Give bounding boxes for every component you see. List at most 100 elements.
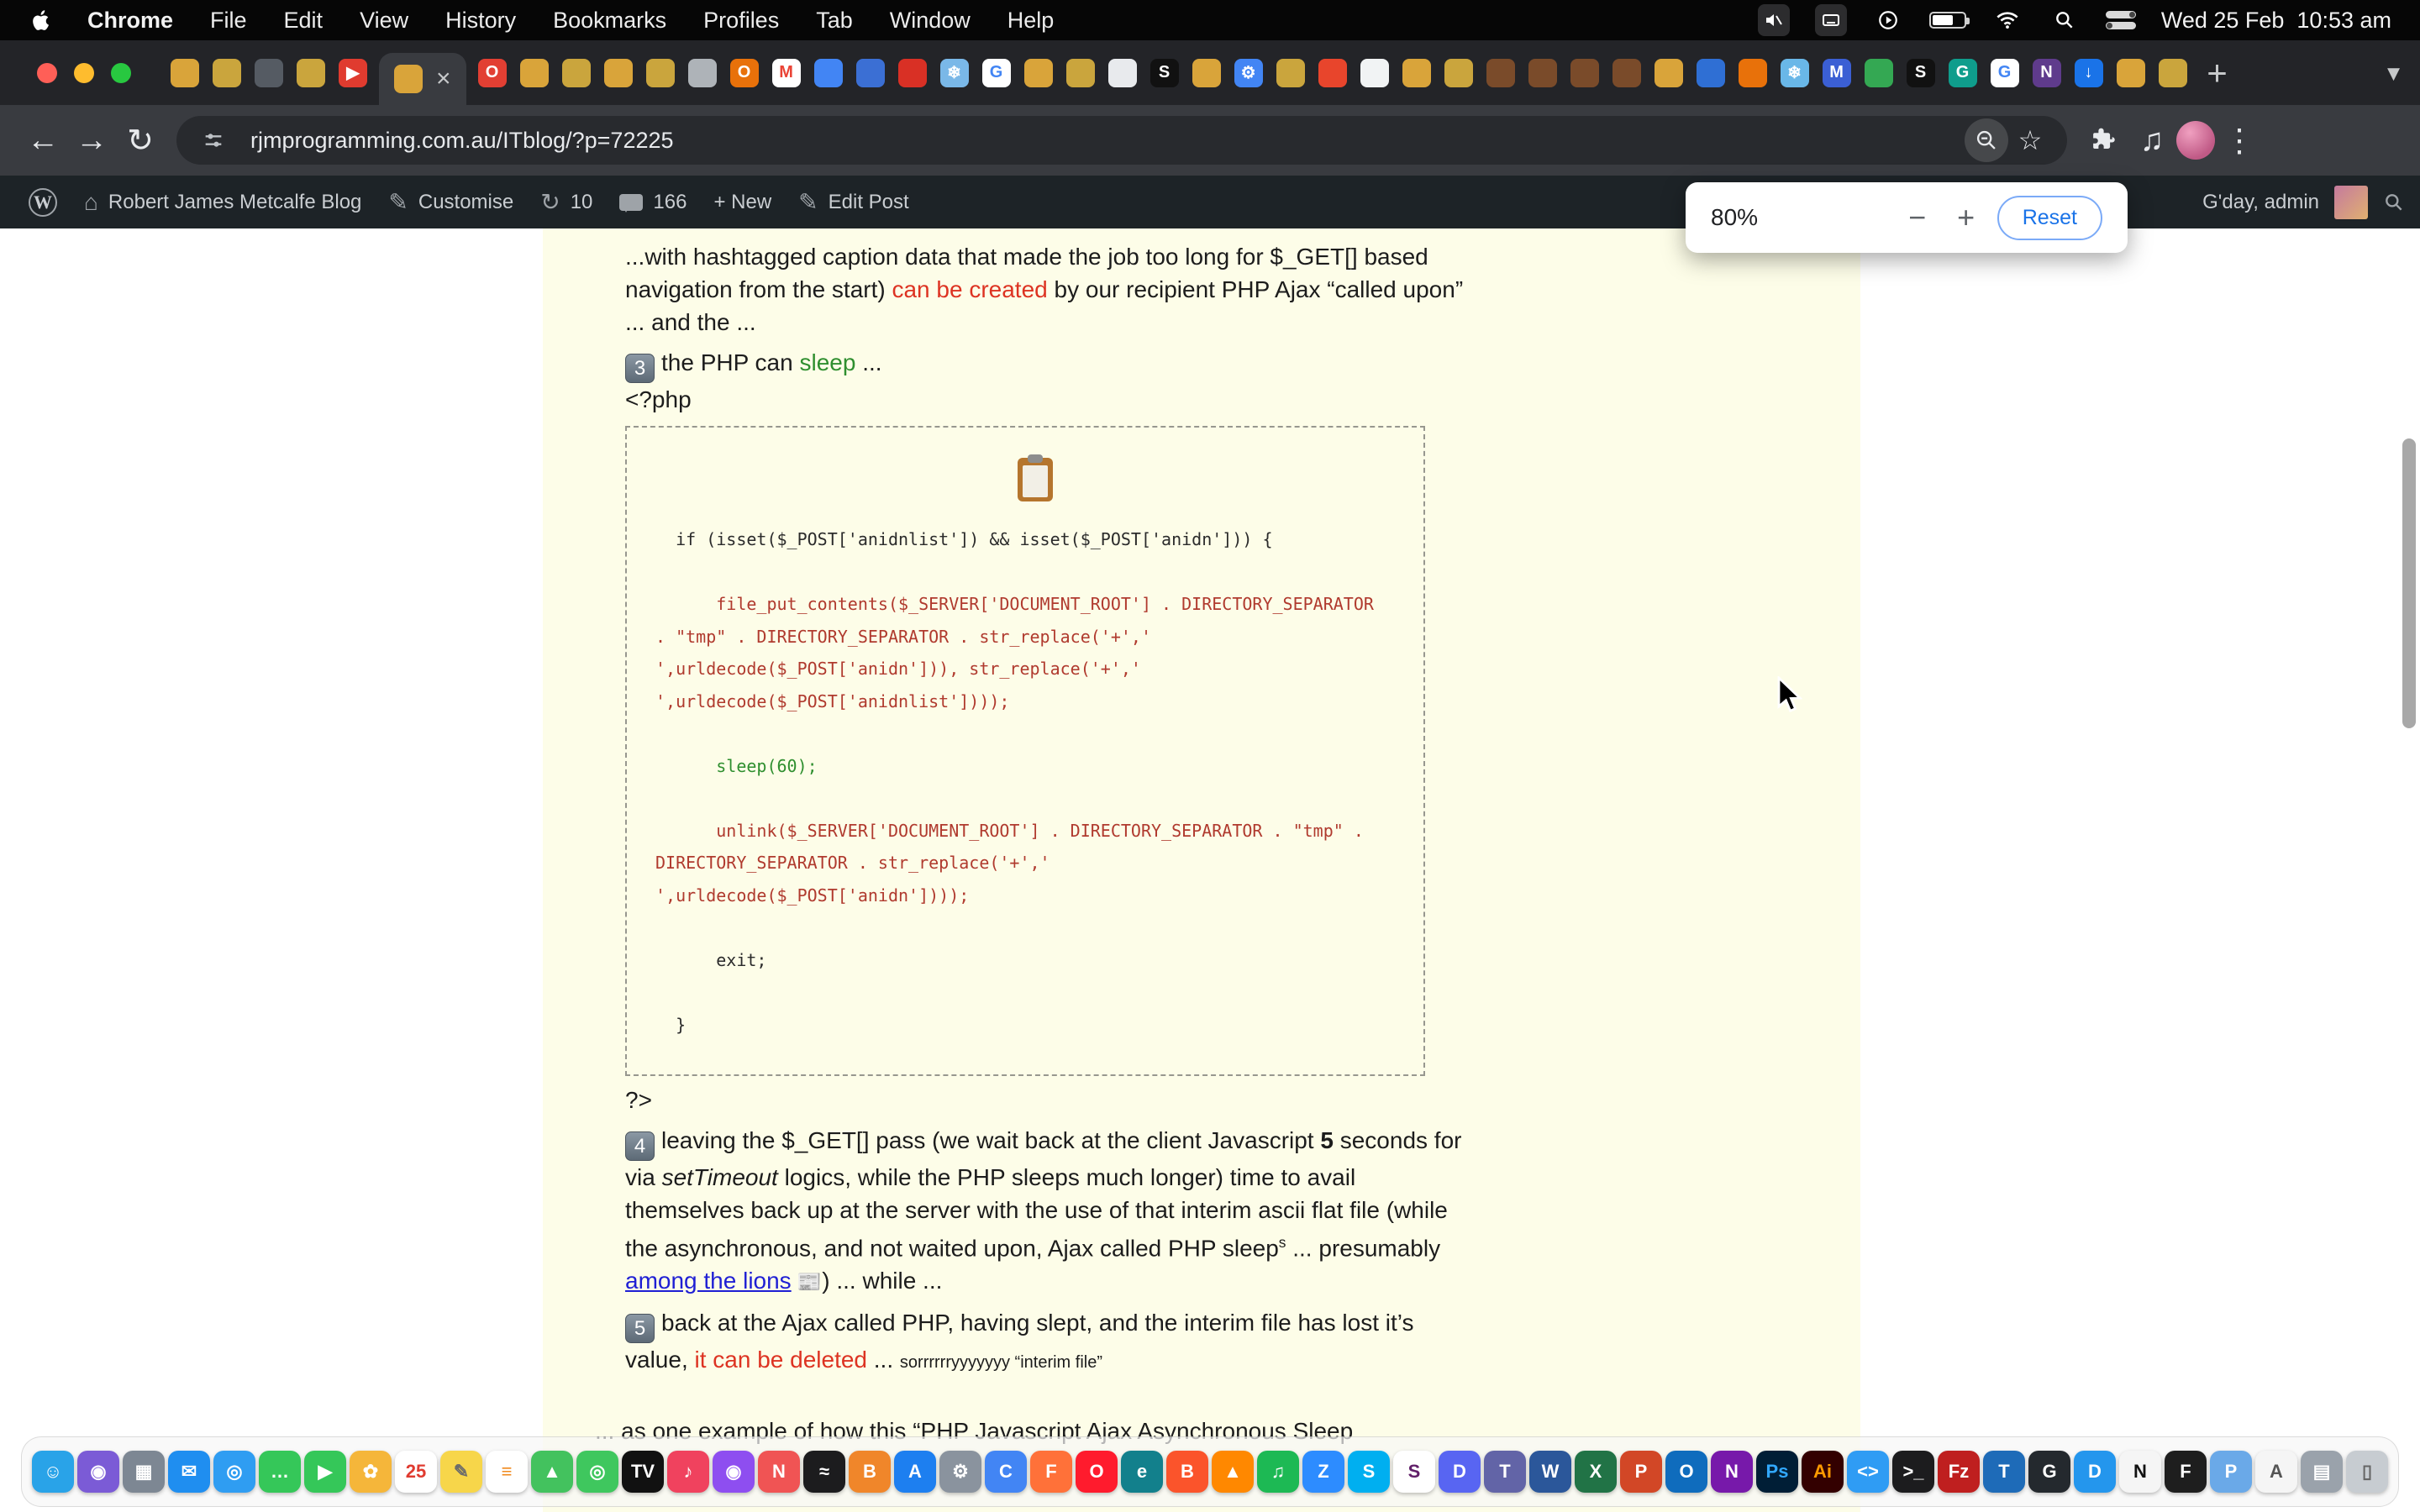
dock-icon[interactable]: N (2119, 1451, 2161, 1493)
dock-icon[interactable]: ✉ (168, 1451, 210, 1493)
menu-item[interactable]: Tab (816, 8, 853, 34)
browser-tab[interactable] (1858, 40, 1900, 105)
browser-tab[interactable] (1480, 40, 1522, 105)
browser-tab[interactable]: ▶ (332, 40, 374, 105)
browser-tab[interactable] (639, 40, 681, 105)
dock-icon[interactable]: Ai (1802, 1451, 1844, 1493)
browser-tab[interactable] (290, 40, 332, 105)
media-controls-icon[interactable]: ♫ (2128, 116, 2176, 165)
browser-tab[interactable]: S (1900, 40, 1942, 105)
dock-icon[interactable]: ◉ (713, 1451, 755, 1493)
control-center-icon[interactable] (2106, 10, 2136, 30)
browser-tab[interactable] (1060, 40, 1102, 105)
browser-tab[interactable] (597, 40, 639, 105)
dock-icon[interactable]: ✿ (350, 1451, 392, 1493)
menu-item[interactable]: History (445, 8, 516, 34)
dock-icon[interactable]: B (849, 1451, 891, 1493)
dock-icon[interactable]: P (2210, 1451, 2252, 1493)
updates-link[interactable]: ↻ 10 (527, 176, 606, 228)
active-app-name[interactable]: Chrome (87, 8, 173, 34)
dock-icon[interactable]: F (2165, 1451, 2207, 1493)
dock-icon[interactable]: O (1665, 1451, 1707, 1493)
dock-icon[interactable]: TV (622, 1451, 664, 1493)
minimize-window-button[interactable] (74, 63, 94, 83)
dock-icon[interactable]: X (1575, 1451, 1617, 1493)
active-browser-tab[interactable]: × (379, 53, 466, 105)
dock-icon[interactable]: <> (1847, 1451, 1889, 1493)
menu-item[interactable]: Window (890, 8, 971, 34)
dock-icon[interactable]: A (894, 1451, 936, 1493)
dock-icon[interactable]: B (1166, 1451, 1208, 1493)
dock-icon[interactable]: 25 (395, 1451, 437, 1493)
reload-button[interactable]: ↻ (116, 116, 165, 165)
dock-icon[interactable]: T (1983, 1451, 2025, 1493)
menu-item[interactable]: Edit (284, 8, 324, 34)
admin-search-icon[interactable] (2383, 192, 2405, 213)
clipboard-icon[interactable] (1018, 458, 1053, 501)
dock-icon[interactable]: ⚙ (939, 1451, 981, 1493)
browser-tab[interactable]: N (2026, 40, 2068, 105)
dock-icon[interactable]: T (1484, 1451, 1526, 1493)
apple-logo-icon[interactable] (29, 6, 57, 34)
browser-tab[interactable]: S (1144, 40, 1186, 105)
dock-icon[interactable]: ≡ (486, 1451, 528, 1493)
browser-tab[interactable]: ↓ (2068, 40, 2110, 105)
browser-tab[interactable] (555, 40, 597, 105)
customise-link[interactable]: ✎ Customise (375, 176, 527, 228)
edit-post-link[interactable]: ✎ Edit Post (785, 176, 923, 228)
dock-icon[interactable]: Fz (1938, 1451, 1980, 1493)
greeting-label[interactable]: G'day, admin (2202, 191, 2319, 214)
dock-icon[interactable]: ▯ (2346, 1451, 2388, 1493)
dock-icon[interactable]: P (1620, 1451, 1662, 1493)
close-window-button[interactable] (37, 63, 57, 83)
browser-tab[interactable] (164, 40, 206, 105)
zoom-indicator-icon[interactable] (1965, 118, 2008, 162)
dock-icon[interactable]: e (1121, 1451, 1163, 1493)
dock-icon[interactable]: Z (1302, 1451, 1344, 1493)
dock-icon[interactable]: S (1393, 1451, 1435, 1493)
dock-icon[interactable]: S (1348, 1451, 1390, 1493)
comments-link[interactable]: 166 (606, 176, 700, 228)
browser-tab[interactable] (1270, 40, 1312, 105)
zoom-in-button[interactable]: + (1942, 193, 1991, 242)
browser-tab[interactable]: O (471, 40, 513, 105)
input-source-icon[interactable] (1815, 4, 1847, 36)
browser-tab[interactable]: ❄ (934, 40, 976, 105)
menu-bar-clock[interactable]: Wed 25 Feb 10:53 am (2161, 8, 2391, 34)
browser-tab[interactable]: G (1942, 40, 1984, 105)
browser-tab[interactable] (808, 40, 850, 105)
dock-icon[interactable]: ▦ (123, 1451, 165, 1493)
dock-icon[interactable]: D (2074, 1451, 2116, 1493)
browser-tab[interactable]: ❄ (1774, 40, 1816, 105)
menu-item[interactable]: Help (1007, 8, 1055, 34)
browser-menu-kebab-icon[interactable]: ⋮ (2215, 116, 2264, 165)
dock-icon[interactable]: N (758, 1451, 800, 1493)
menu-item[interactable]: View (360, 8, 408, 34)
site-settings-icon[interactable] (192, 118, 235, 162)
browser-tab[interactable]: G (1984, 40, 2026, 105)
browser-tab[interactable] (2110, 40, 2152, 105)
dock-icon[interactable]: ▤ (2301, 1451, 2343, 1493)
browser-tab[interactable] (1312, 40, 1354, 105)
dock-icon[interactable]: ☺ (32, 1451, 74, 1493)
volume-muted-icon[interactable] (1758, 4, 1790, 36)
browser-tab[interactable]: M (1816, 40, 1858, 105)
admin-avatar[interactable] (2334, 186, 2368, 219)
forward-button[interactable]: → (67, 116, 116, 165)
battery-icon[interactable] (1929, 12, 1966, 29)
dock-icon[interactable]: W (1529, 1451, 1571, 1493)
browser-tab[interactable] (892, 40, 934, 105)
browser-tab[interactable] (1732, 40, 1774, 105)
wordpress-logo-icon[interactable]: W (15, 176, 71, 228)
dock-icon[interactable]: A (2255, 1451, 2297, 1493)
dock-icon[interactable]: >_ (1892, 1451, 1934, 1493)
dock-icon[interactable]: … (259, 1451, 301, 1493)
browser-tab[interactable] (2152, 40, 2194, 105)
browser-tab[interactable] (1690, 40, 1732, 105)
browser-tab[interactable] (1606, 40, 1648, 105)
dock-icon[interactable]: ▲ (531, 1451, 573, 1493)
dock-icon[interactable]: ▶ (304, 1451, 346, 1493)
dock-icon[interactable]: D (1439, 1451, 1481, 1493)
dock-icon[interactable]: N (1711, 1451, 1753, 1493)
dock-icon[interactable]: ◎ (576, 1451, 618, 1493)
